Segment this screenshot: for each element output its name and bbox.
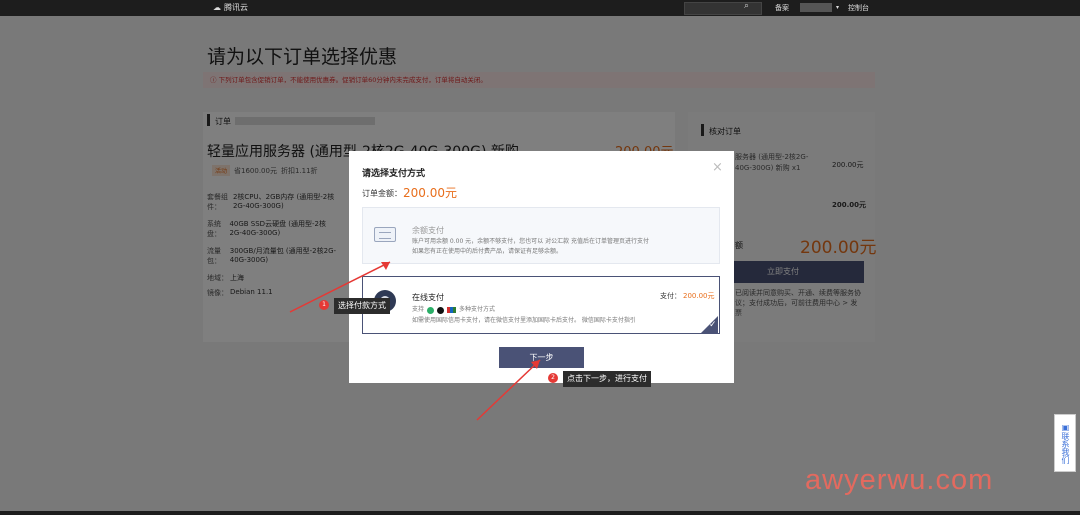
arrow-line-2 [476, 359, 541, 421]
step-tip-2: 点击下一步，进行支付 [563, 371, 651, 387]
chat-icon: ▣ [1061, 422, 1070, 432]
step-badge-2: 2 [548, 373, 558, 383]
watermark: awyerwu.com [805, 464, 994, 496]
step-tip-1: 选择付款方式 [334, 298, 390, 314]
contact-us-label: 联系我们 [1061, 431, 1070, 464]
step-badge-1: 1 [319, 300, 329, 310]
annotation-arrows [289, 261, 541, 421]
contact-us-tab[interactable]: ▣联系我们 [1054, 414, 1076, 472]
